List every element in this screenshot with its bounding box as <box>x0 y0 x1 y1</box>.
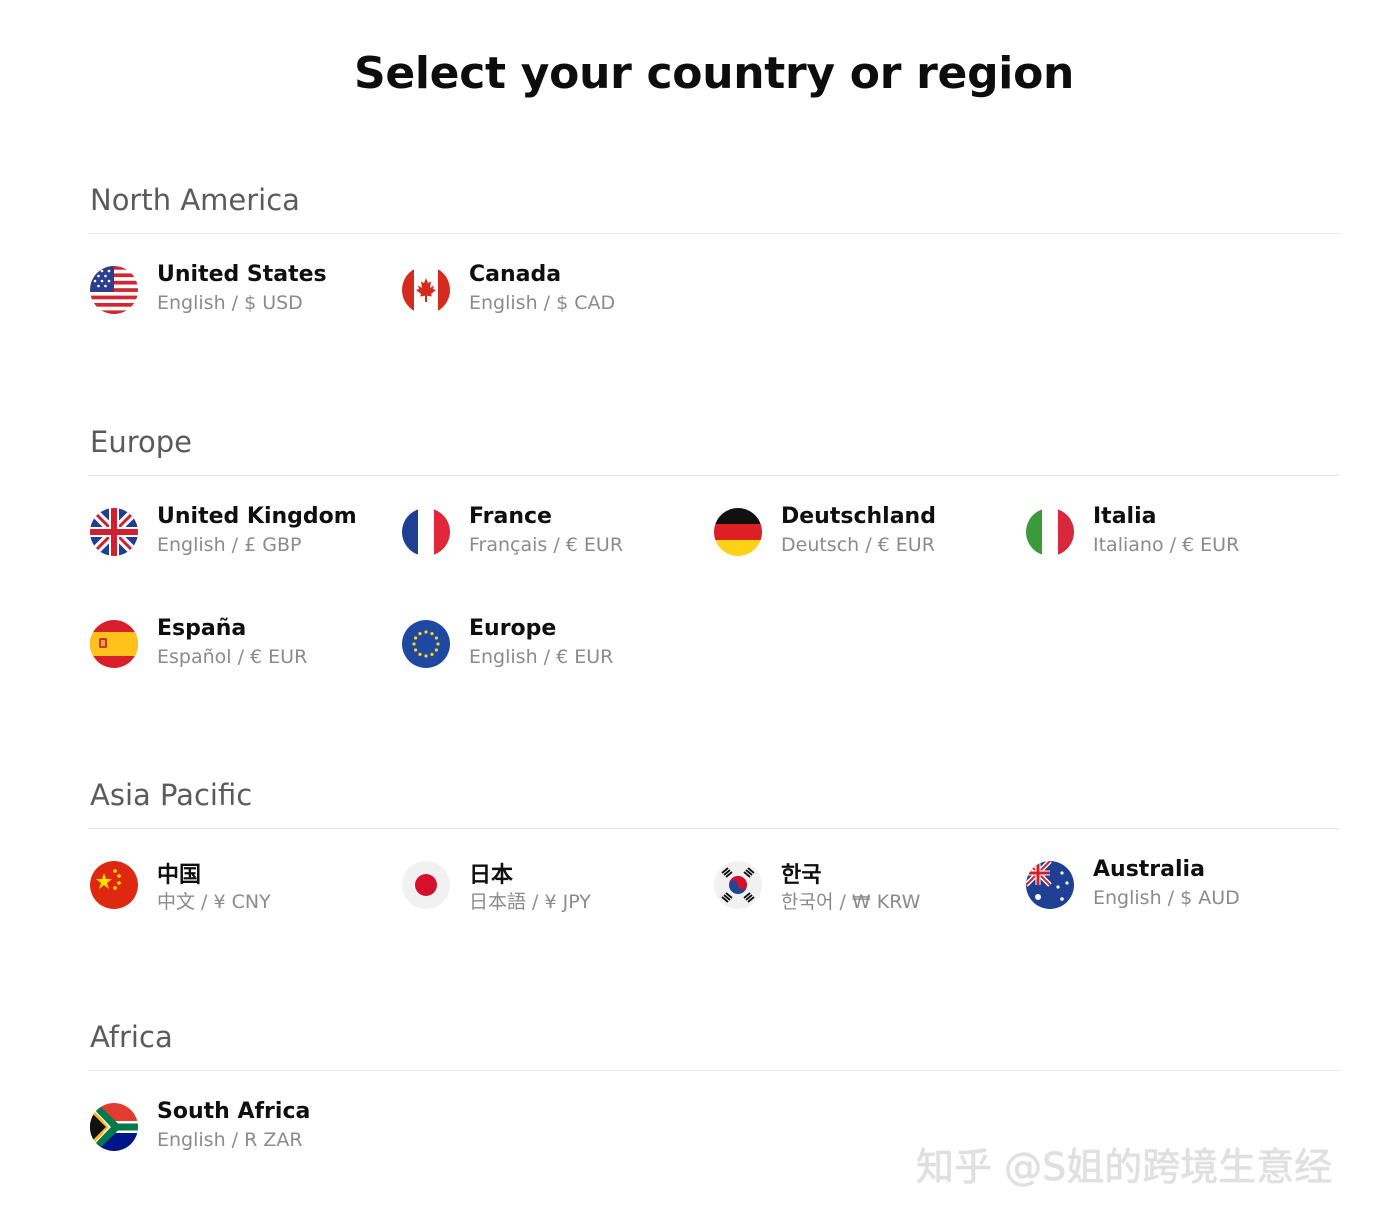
country-language-currency: Español / € EUR <box>157 646 308 668</box>
country-name: España <box>157 616 247 641</box>
es-flag-icon <box>90 620 138 668</box>
divider <box>88 233 1340 234</box>
kr-flag-icon <box>714 861 762 909</box>
country-language-currency: English / € EUR <box>469 646 614 668</box>
region-heading: Africa <box>90 1020 173 1054</box>
region-asia-pacific: Asia Pacific 中国 中文 / ¥ CNY 日本 日本語 / ¥ JP… <box>88 773 1340 913</box>
country-deutschland[interactable]: Deutschland Deutsch / € EUR <box>714 504 1014 568</box>
country-name: France <box>469 504 552 529</box>
country-language-currency: Italiano / € EUR <box>1093 534 1240 556</box>
country-united-kingdom[interactable]: United Kingdom English / £ GBP <box>90 504 390 568</box>
country-name: 中国 <box>157 863 202 888</box>
divider <box>88 1070 1340 1071</box>
eu-flag-icon <box>402 620 450 668</box>
country-language-currency: Deutsch / € EUR <box>781 534 935 556</box>
country-language-currency: 日本語 / ¥ JPY <box>469 891 591 913</box>
country-language-currency: Français / € EUR <box>469 534 624 556</box>
country-south-africa[interactable]: South Africa English / R ZAR <box>90 1099 390 1163</box>
za-flag-icon <box>90 1103 138 1151</box>
country-china[interactable]: 中国 中文 / ¥ CNY <box>90 861 390 921</box>
country-name: 日本 <box>469 863 514 888</box>
country-name: South Africa <box>157 1099 311 1124</box>
country-language-currency: 한국어 / ₩ KRW <box>781 891 921 913</box>
country-language-currency: English / $ USD <box>157 292 303 314</box>
country-language-currency: English / $ AUD <box>1093 887 1240 909</box>
region-heading: Asia Pacific <box>90 778 253 812</box>
ca-flag-icon <box>402 266 450 314</box>
country-japan[interactable]: 日本 日本語 / ¥ JPY <box>402 861 702 921</box>
us-flag-icon <box>90 266 138 314</box>
region-africa: Africa South Africa English / R ZAR <box>88 1015 1340 1151</box>
page-title: Select your country or region <box>353 48 1075 99</box>
region-heading: North America <box>90 183 300 217</box>
country-name: Deutschland <box>781 504 936 529</box>
de-flag-icon <box>714 508 762 556</box>
country-name: United Kingdom <box>157 504 357 529</box>
country-united-states[interactable]: United States English / $ USD <box>90 262 390 326</box>
country-language-currency: English / R ZAR <box>157 1129 303 1151</box>
watermark: 知乎 @S姐的跨境生意经 <box>916 1145 1333 1189</box>
country-language-currency: English / $ CAD <box>469 292 616 314</box>
country-name: Europe <box>469 616 557 641</box>
divider <box>88 828 1340 829</box>
gb-flag-icon <box>90 508 138 556</box>
country-name: 한국 <box>781 863 822 888</box>
country-korea[interactable]: 한국 한국어 / ₩ KRW <box>714 861 1014 921</box>
country-name: Australia <box>1093 857 1205 882</box>
cn-flag-icon <box>90 861 138 909</box>
country-italia[interactable]: Italia Italiano / € EUR <box>1026 504 1326 568</box>
country-france[interactable]: France Français / € EUR <box>402 504 702 568</box>
country-language-currency: English / £ GBP <box>157 534 302 556</box>
country-canada[interactable]: Canada English / $ CAD <box>402 262 702 326</box>
country-australia[interactable]: Australia English / $ AUD <box>1026 857 1326 921</box>
country-language-currency: 中文 / ¥ CNY <box>157 891 271 913</box>
it-flag-icon <box>1026 508 1074 556</box>
au-flag-icon <box>1026 861 1074 909</box>
country-europe[interactable]: Europe English / € EUR <box>402 616 702 680</box>
divider <box>88 475 1340 476</box>
country-name: United States <box>157 262 327 287</box>
country-name: Canada <box>469 262 562 287</box>
region-heading: Europe <box>90 425 192 459</box>
fr-flag-icon <box>402 508 450 556</box>
jp-flag-icon <box>402 861 450 909</box>
region-europe: Europe United Kingdom English / £ GBP Fr… <box>88 420 1340 668</box>
country-name: Italia <box>1093 504 1157 529</box>
region-north-america: North America United States English / $ … <box>88 178 1340 314</box>
country-espana[interactable]: España Español / € EUR <box>90 616 390 680</box>
